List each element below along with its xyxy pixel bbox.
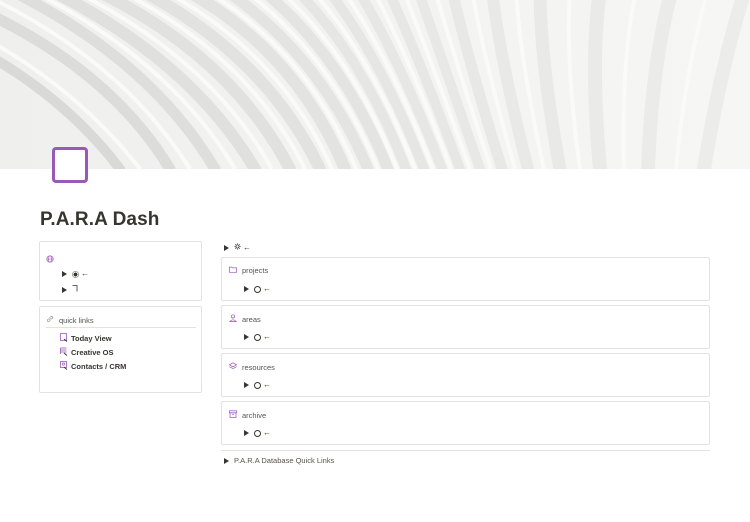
page-link-icon — [60, 333, 68, 344]
radio-icon — [72, 270, 79, 278]
section-card-projects: projects ← — [221, 257, 710, 301]
section-card-areas: areas ← — [221, 305, 710, 349]
section-card-resources: resources ← — [221, 353, 710, 397]
section-toggle[interactable]: ← — [244, 285, 271, 293]
circle-icon — [254, 429, 261, 437]
toggle-row[interactable] — [62, 285, 78, 294]
quick-links-label: quick links — [59, 315, 94, 325]
quick-link-label[interactable]: Today View — [71, 334, 112, 343]
quick-link-contacts-crm[interactable]: Contacts / CRM — [60, 361, 126, 372]
left-top-card: ← — [39, 241, 202, 301]
gear-icon — [234, 243, 241, 252]
section-card-archive: archive ← — [221, 401, 710, 445]
section-toggle[interactable]: ← — [244, 333, 271, 341]
database-quick-links-label[interactable]: P.A.R.A Database Quick Links — [234, 456, 334, 465]
circle-icon — [254, 381, 261, 389]
arrow-left-icon: ← — [263, 428, 271, 437]
section-heading[interactable]: archive — [229, 410, 266, 420]
quick-links-card: quick links Today View Creative OS Conta… — [39, 306, 202, 393]
toggle-triangle-icon[interactable] — [62, 271, 67, 277]
toggle-triangle-icon[interactable] — [244, 286, 249, 292]
corner-icon — [72, 285, 78, 294]
folder-icon — [229, 266, 237, 275]
toggle-triangle-icon[interactable] — [244, 382, 249, 388]
circle-icon — [254, 333, 261, 341]
quick-link-creative-os[interactable]: Creative OS — [60, 347, 114, 358]
toggle-triangle-icon[interactable] — [224, 244, 229, 251]
arrow-left-icon: ← — [243, 242, 251, 252]
arrow-left-icon: ← — [263, 380, 271, 389]
arrow-left-icon: ← — [263, 284, 271, 293]
top-toggle[interactable]: ← — [224, 243, 251, 252]
quick-link-label[interactable]: Contacts / CRM — [71, 362, 126, 371]
globe-icon — [46, 250, 54, 268]
circle-icon — [254, 285, 261, 293]
section-heading[interactable]: areas — [228, 314, 261, 324]
page-title: P.A.R.A Dash — [40, 209, 160, 230]
quick-link-today-view[interactable]: Today View — [60, 333, 112, 344]
divider — [46, 327, 196, 328]
toggle-triangle-icon[interactable] — [62, 286, 67, 293]
person-icon — [228, 314, 238, 324]
section-heading[interactable]: resources — [228, 362, 275, 372]
link-icon — [46, 315, 54, 325]
section-title[interactable]: archive — [242, 411, 266, 420]
database-link-icon — [60, 347, 68, 358]
divider — [221, 450, 710, 451]
cover-image — [0, 0, 750, 169]
page-icon[interactable] — [52, 147, 88, 183]
database-link-icon — [60, 361, 68, 372]
archive-icon — [229, 410, 237, 420]
quick-link-label[interactable]: Creative OS — [71, 348, 114, 357]
arrow-left-icon: ← — [81, 269, 89, 278]
toggle-row[interactable]: ← — [62, 270, 89, 278]
toggle-triangle-icon[interactable] — [244, 334, 249, 340]
database-quick-links-toggle[interactable]: P.A.R.A Database Quick Links — [224, 456, 334, 465]
toggle-triangle-icon[interactable] — [224, 457, 229, 464]
toggle-triangle-icon[interactable] — [244, 430, 249, 436]
section-title[interactable]: resources — [242, 363, 275, 372]
section-toggle[interactable]: ← — [244, 429, 271, 437]
quick-links-heading: quick links — [46, 315, 94, 325]
section-heading[interactable]: projects — [229, 266, 268, 275]
section-toggle[interactable]: ← — [244, 381, 271, 389]
section-title[interactable]: projects — [242, 266, 268, 275]
layers-icon — [228, 362, 238, 372]
arrow-left-icon: ← — [263, 332, 271, 341]
section-title[interactable]: areas — [242, 315, 261, 324]
